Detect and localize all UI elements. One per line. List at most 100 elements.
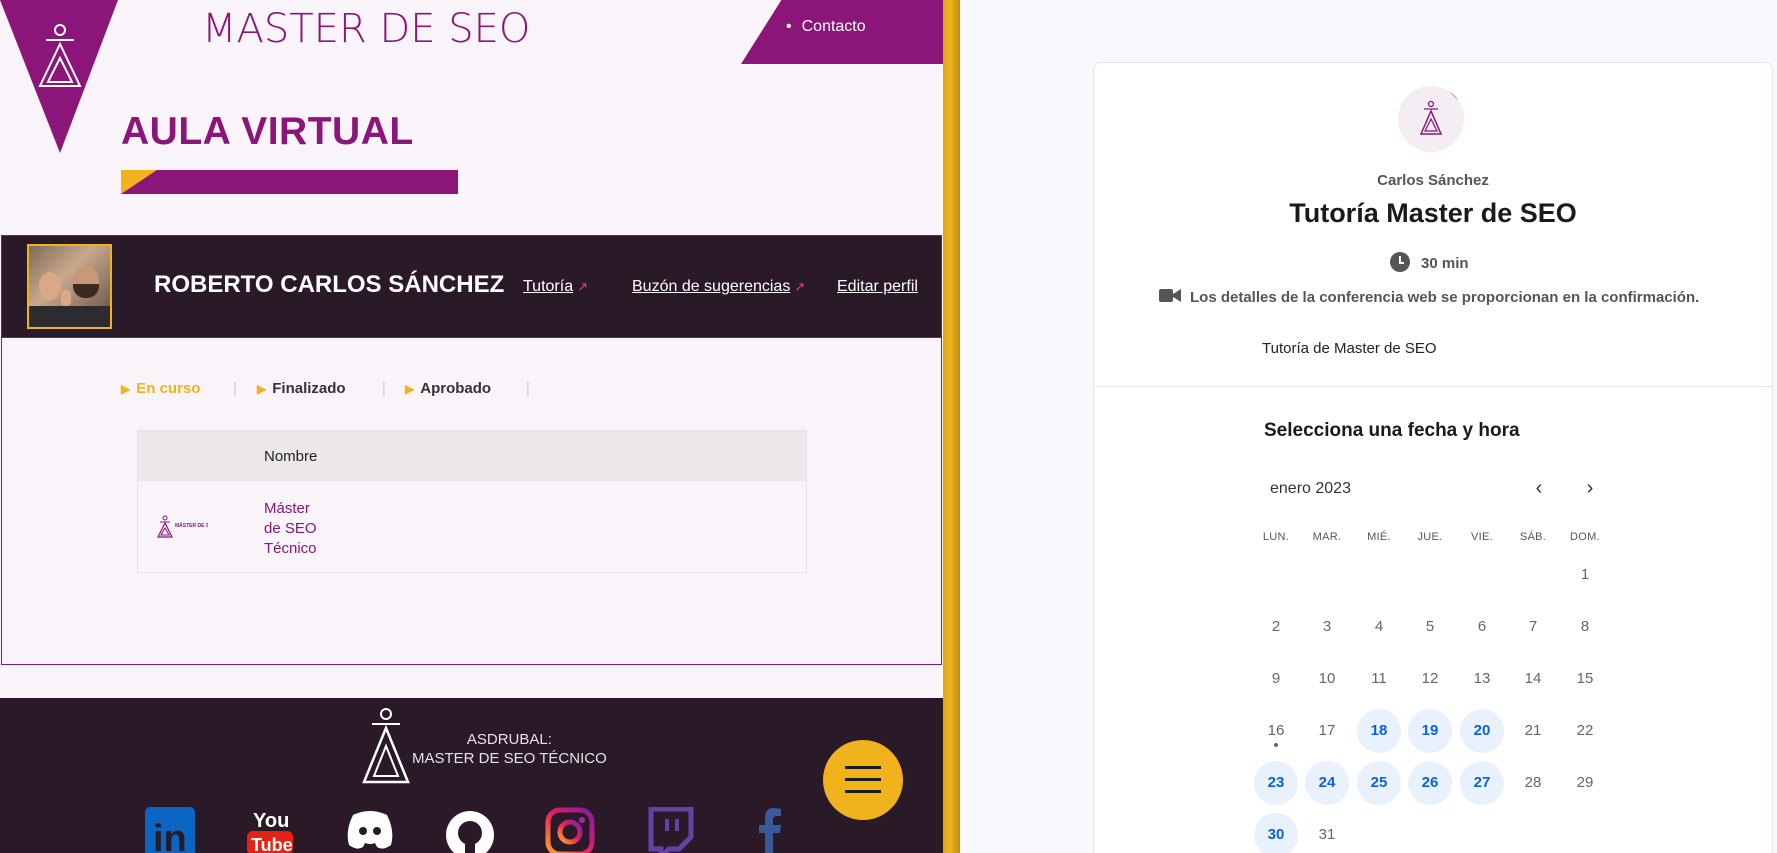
event-duration: 30 min bbox=[1421, 255, 1469, 272]
select-date-heading: Selecciona una fecha y hora bbox=[1264, 420, 1520, 441]
external-link-icon: ↗ bbox=[794, 279, 806, 294]
calendar-day-available[interactable]: 18 bbox=[1357, 709, 1401, 753]
suggestions-link[interactable]: Buzón de sugerencias ↗ bbox=[632, 278, 805, 296]
calendar-day: 22 bbox=[1576, 722, 1594, 739]
site-title[interactable]: MASTER DE SEO bbox=[202, 6, 530, 52]
course-name-line: Máster bbox=[264, 500, 310, 517]
calendar-day: 3 bbox=[1322, 618, 1332, 635]
triangle-right-icon: ▶ bbox=[121, 382, 131, 396]
facebook-icon[interactable] bbox=[745, 807, 795, 853]
hamburger-icon-line bbox=[845, 766, 881, 769]
aula-virtual-page: MASTER DE SEO Contacto AULA VIRTUAL ROBE… bbox=[0, 0, 943, 853]
column-header-nombre: Nombre bbox=[264, 448, 318, 465]
calendar-day: 28 bbox=[1524, 774, 1542, 791]
calendar-day: 10 bbox=[1318, 670, 1336, 687]
event-title: Tutoría Master de SEO bbox=[1289, 198, 1577, 228]
calendar-day: 13 bbox=[1473, 670, 1491, 687]
calendar-day-available[interactable]: 23 bbox=[1254, 761, 1298, 805]
github-icon[interactable] bbox=[445, 807, 495, 853]
course-name-line: de SEO bbox=[264, 520, 317, 537]
calendar-day: 12 bbox=[1421, 670, 1439, 687]
weekday-label: SÁB. bbox=[1519, 531, 1547, 543]
chevron-left-icon[interactable]: ‹ bbox=[1527, 476, 1551, 500]
course-name-link[interactable]: Máster de SEO Técnico bbox=[264, 499, 324, 559]
calendar-day: 11 bbox=[1371, 670, 1387, 687]
chevron-right-icon[interactable]: › bbox=[1578, 476, 1602, 500]
weekday-label: JUE. bbox=[1417, 531, 1443, 543]
footer-line: MASTER DE SEO TÉCNICO bbox=[412, 750, 607, 767]
tutoria-link-label: Tutoría bbox=[523, 278, 574, 295]
tab-label: Finalizado bbox=[272, 380, 346, 397]
card-divider bbox=[1094, 386, 1772, 387]
discord-icon[interactable] bbox=[345, 807, 395, 853]
today-indicator bbox=[1274, 743, 1278, 747]
edit-profile-link[interactable]: Editar perfil bbox=[837, 278, 918, 296]
triangle-right-icon: ▶ bbox=[405, 382, 415, 396]
weekday-label: MAR. bbox=[1312, 531, 1342, 543]
clock-icon bbox=[1390, 252, 1410, 272]
conference-note: Los detalles de la conferencia web se pr… bbox=[1190, 289, 1700, 306]
weekday-label: VIE. bbox=[1471, 531, 1493, 543]
calendar-month: enero 2023 bbox=[1270, 480, 1351, 497]
course-logo: MÁSTER DE SEO TÉCNICO bbox=[157, 515, 208, 538]
svg-text:You: You bbox=[253, 810, 289, 832]
event-description: Tutoría de Master de SEO bbox=[1262, 340, 1437, 357]
calendar-day: 15 bbox=[1576, 670, 1594, 687]
hamburger-icon-line bbox=[845, 790, 881, 793]
instagram-icon[interactable] bbox=[545, 807, 595, 853]
title-underline-bar bbox=[121, 170, 458, 194]
course-table: Nombre MÁSTER DE SEO TÉCNICO Máster de S… bbox=[137, 430, 807, 573]
tab-label: En curso bbox=[136, 380, 201, 397]
calendar-day: 6 bbox=[1477, 618, 1487, 635]
site-logo[interactable] bbox=[0, 0, 118, 153]
tab-separator: | bbox=[233, 380, 237, 397]
calendar-day-available[interactable]: 26 bbox=[1408, 761, 1452, 805]
footer-line: ASDRUBAL: bbox=[466, 731, 552, 748]
tutoria-link[interactable]: Tutoría ↗ bbox=[523, 278, 588, 296]
footer-brand-text: ASDRUBAL: MASTER DE SEO TÉCNICO bbox=[412, 730, 607, 768]
tab-separator: | bbox=[382, 380, 386, 397]
video-camera-icon bbox=[1159, 289, 1181, 302]
triangle-right-icon: ▶ bbox=[257, 382, 267, 396]
course-name-line: Técnico bbox=[264, 540, 317, 557]
tab-en-curso[interactable]: ▶ En curso bbox=[121, 380, 200, 397]
menu-button[interactable] bbox=[823, 740, 903, 820]
footer-logo[interactable] bbox=[360, 706, 412, 786]
external-link-icon: ↗ bbox=[577, 279, 588, 294]
page-title: AULA VIRTUAL bbox=[121, 110, 414, 153]
calendar-day: 21 bbox=[1524, 722, 1542, 739]
hamburger-icon-line bbox=[845, 778, 881, 781]
calendar-day-available[interactable]: 25 bbox=[1357, 761, 1401, 805]
table-header: Nombre bbox=[138, 431, 806, 481]
calendar-day-available[interactable]: 20 bbox=[1460, 709, 1504, 753]
calendar-day: 29 bbox=[1576, 774, 1594, 791]
weekday-label: MIÉ. bbox=[1367, 531, 1391, 543]
contact-link[interactable]: Contacto bbox=[786, 18, 866, 36]
calendar-day-available[interactable]: 24 bbox=[1305, 761, 1349, 805]
suggestions-link-label: Buzón de sugerencias bbox=[632, 278, 791, 295]
weekday-label: DOM. bbox=[1570, 531, 1600, 543]
tab-aprobado[interactable]: ▶ Aprobado bbox=[405, 380, 491, 397]
svg-text:MÁSTER DE SEO TÉCNICO: MÁSTER DE SEO TÉCNICO bbox=[175, 521, 208, 529]
calendar-day: 2 bbox=[1271, 618, 1281, 635]
weekday-label: LUN. bbox=[1262, 531, 1290, 543]
calendar-day: 17 bbox=[1318, 722, 1336, 739]
avatar bbox=[27, 244, 112, 329]
calendar-day-available[interactable]: 30 bbox=[1254, 813, 1298, 853]
table-row[interactable]: MÁSTER DE SEO TÉCNICO Máster de SEO Técn… bbox=[138, 481, 806, 573]
linkedin-icon[interactable]: in bbox=[145, 807, 195, 853]
calendar-day: 8 bbox=[1580, 618, 1590, 635]
page: MASTER DE SEO Contacto AULA VIRTUAL ROBE… bbox=[0, 0, 1777, 853]
organizer-name: Carlos Sánchez bbox=[1377, 172, 1489, 189]
calendar-day: 1 bbox=[1580, 566, 1590, 583]
calendar-day: 4 bbox=[1374, 618, 1384, 635]
youtube-icon[interactable]: You Tube bbox=[245, 807, 295, 853]
svg-text:Tube: Tube bbox=[251, 835, 293, 853]
calendar-day: 5 bbox=[1425, 618, 1435, 635]
twitch-icon[interactable] bbox=[645, 807, 695, 853]
organizer-logo-icon bbox=[1419, 100, 1443, 135]
calendar-day-available[interactable]: 19 bbox=[1408, 709, 1452, 753]
profile-name: ROBERTO CARLOS SÁNCHEZ bbox=[154, 271, 505, 298]
calendar-day-available[interactable]: 27 bbox=[1460, 761, 1504, 805]
tab-finalizado[interactable]: ▶ Finalizado bbox=[257, 380, 346, 397]
